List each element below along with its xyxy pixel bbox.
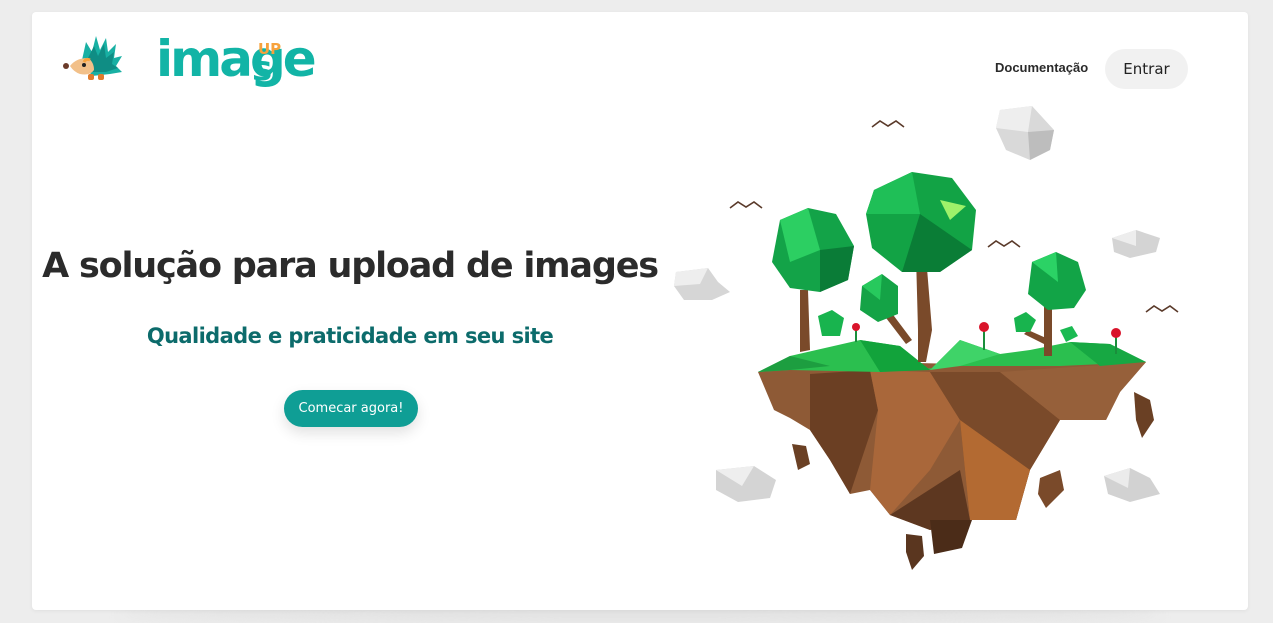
get-started-button[interactable]: Comecar agora! — [284, 390, 418, 427]
floating-island-illustration — [674, 106, 1179, 570]
hero-title: A solução para upload de images — [42, 246, 659, 286]
logo-wordmark: image — [156, 30, 317, 88]
island-icon — [758, 360, 1154, 570]
hedgehog-icon — [63, 36, 122, 80]
nav-documentation-link[interactable]: Documentação — [995, 60, 1088, 75]
hero-subtitle: Qualidade e praticidade em seu site — [146, 324, 554, 348]
logo-s-text: s — [252, 49, 273, 89]
login-button[interactable]: Entrar — [1105, 49, 1188, 89]
